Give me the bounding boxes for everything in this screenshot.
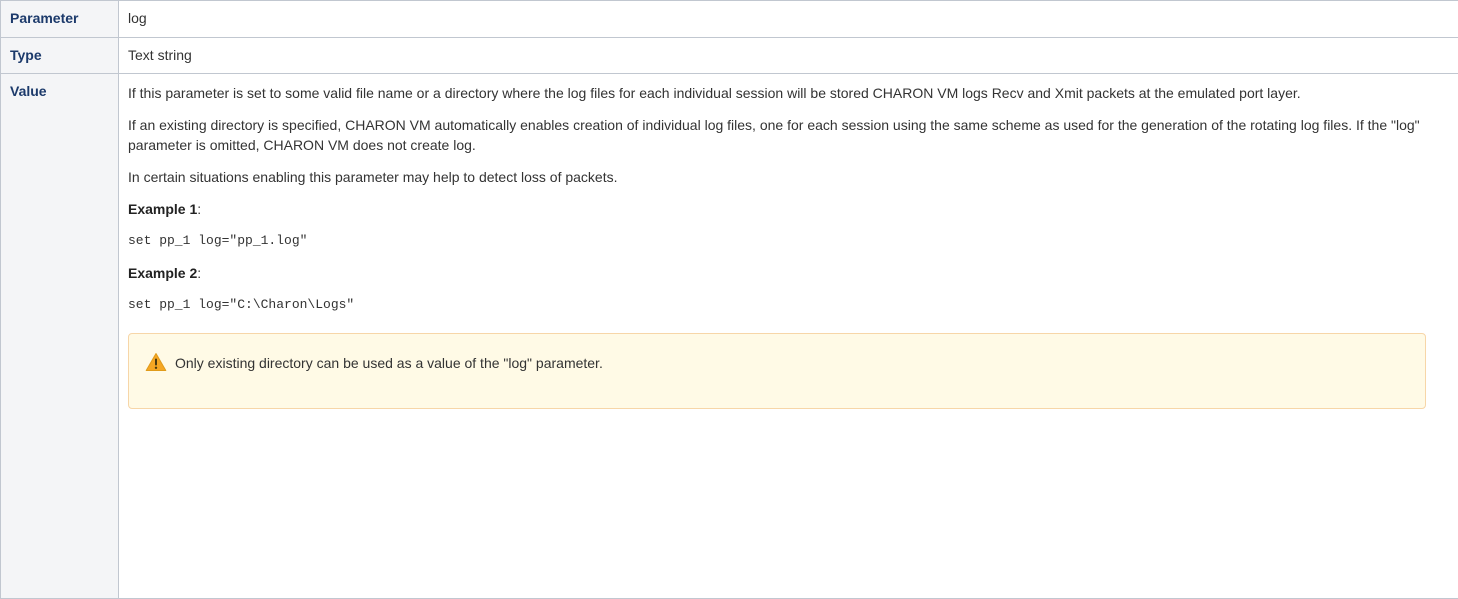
- parameter-header-label: Parameter: [10, 10, 79, 26]
- table-row-parameter: Parameter log: [1, 1, 1458, 38]
- type-header-label: Type: [10, 47, 42, 63]
- example-1-label: Example 1: [128, 201, 197, 217]
- warning-icon: [145, 352, 167, 372]
- value-paragraph-1: If this parameter is set to some valid f…: [128, 83, 1448, 103]
- value-paragraph-2: If an existing directory is specified, C…: [128, 115, 1448, 155]
- example-1-colon: :: [197, 201, 201, 217]
- table-row-type: Type Text string: [1, 38, 1458, 74]
- example-1-code: set pp_1 log="pp_1.log": [128, 231, 1448, 251]
- warning-text: Only existing directory can be used as a…: [175, 353, 603, 373]
- value-header: Value: [1, 74, 119, 599]
- table-row-value: Value If this parameter is set to some v…: [1, 74, 1458, 599]
- parameter-table: Parameter log Type Text string Value If …: [0, 0, 1458, 599]
- value-description-cell: If this parameter is set to some valid f…: [119, 74, 1458, 599]
- value-header-label: Value: [10, 83, 47, 99]
- parameter-value: log: [128, 10, 147, 26]
- example-2-heading: Example 2:: [128, 263, 1448, 283]
- example-2-colon: :: [197, 265, 201, 281]
- type-header: Type: [1, 38, 119, 74]
- parameter-header: Parameter: [1, 1, 119, 38]
- type-value: Text string: [128, 47, 192, 63]
- example-2-code: set pp_1 log="C:\Charon\Logs": [128, 295, 1448, 315]
- example-1-heading: Example 1:: [128, 199, 1448, 219]
- type-value-cell: Text string: [119, 38, 1458, 74]
- example-2-label: Example 2: [128, 265, 197, 281]
- warning-panel: Only existing directory can be used as a…: [128, 333, 1426, 409]
- value-paragraph-3: In certain situations enabling this para…: [128, 167, 1448, 187]
- parameter-value-cell: log: [119, 1, 1458, 38]
